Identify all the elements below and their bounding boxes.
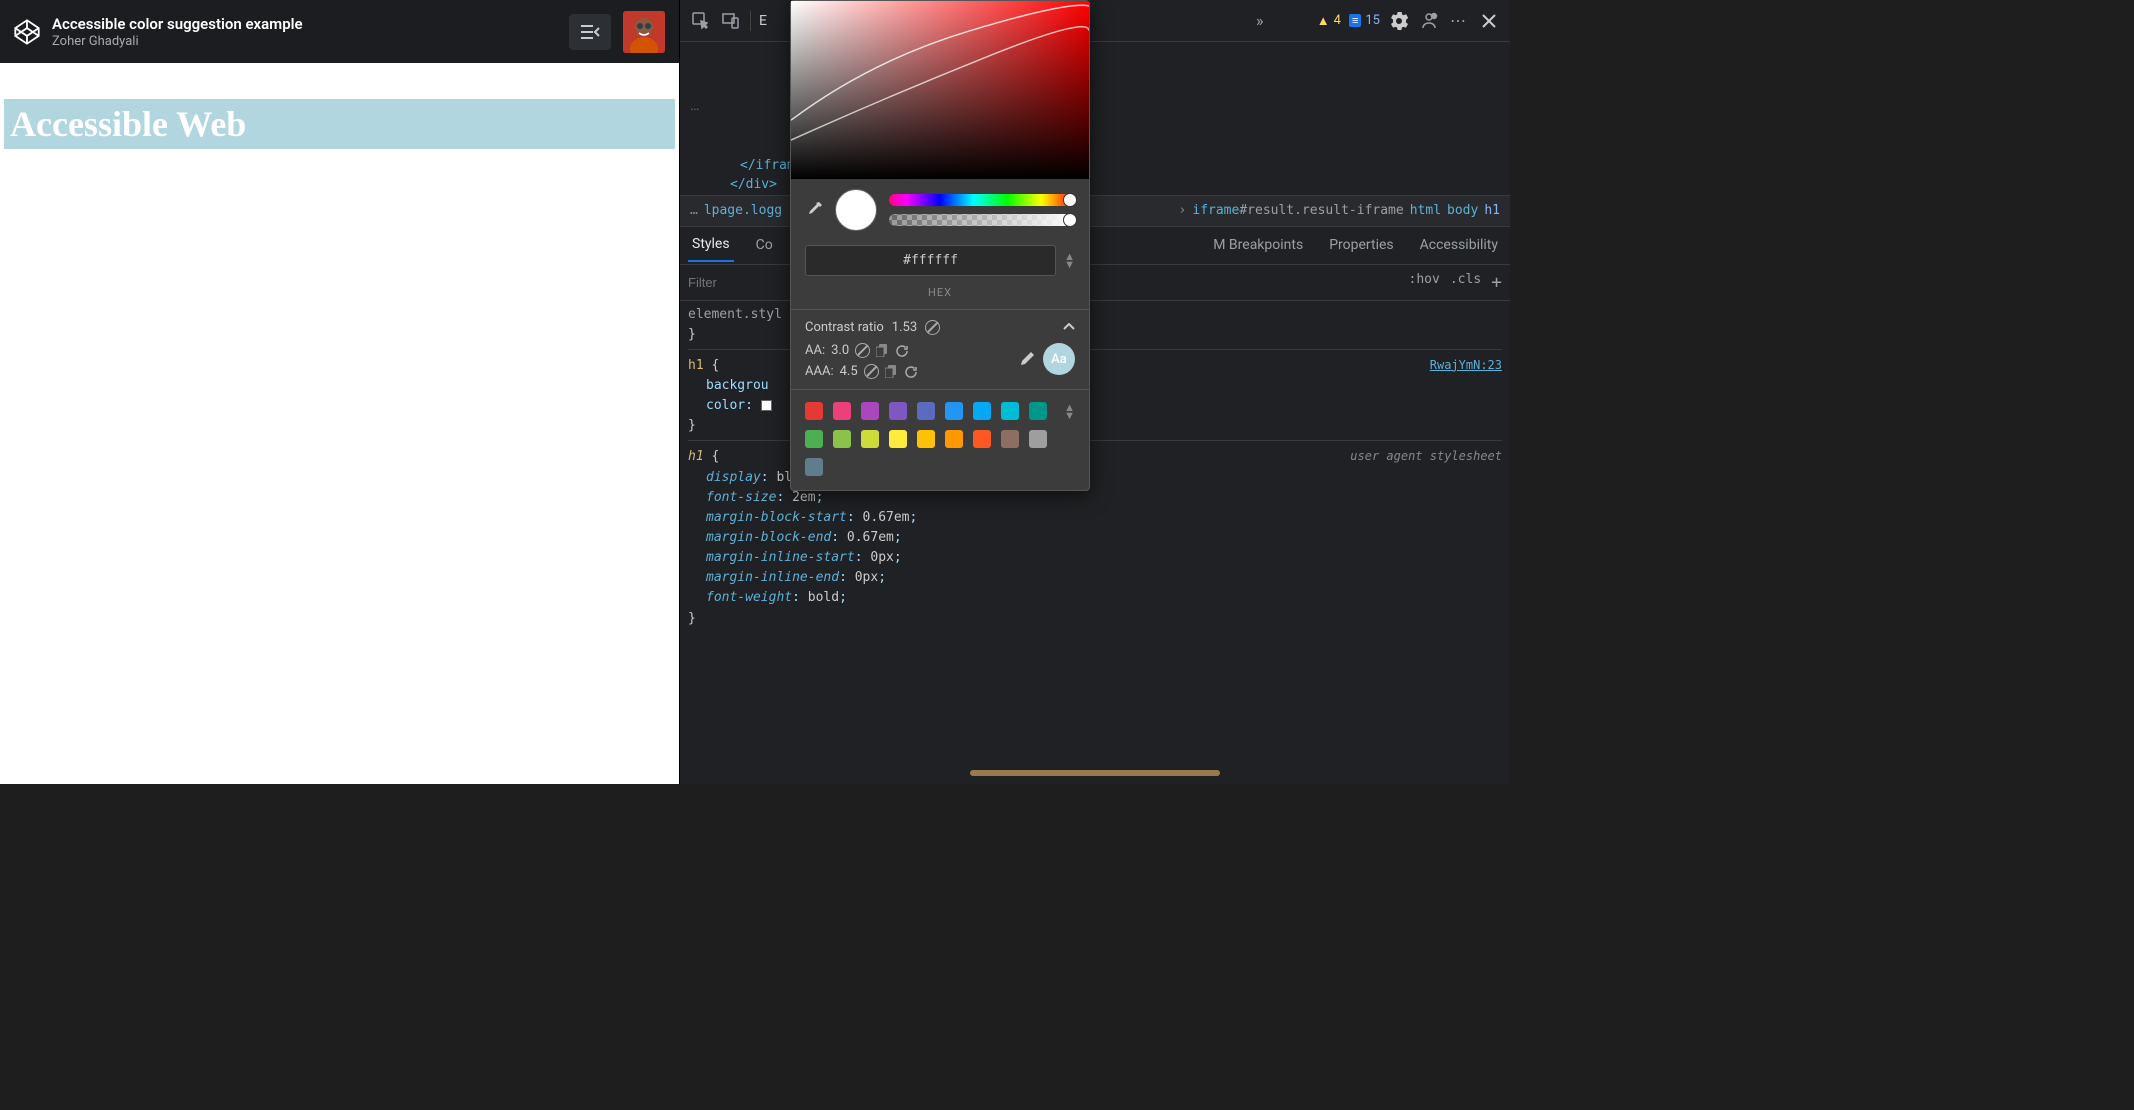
breadcrumb-item[interactable]: lpage.logg: [704, 203, 782, 218]
palette-swatch[interactable]: [1029, 430, 1047, 448]
breadcrumb-item-selected[interactable]: h1: [1484, 203, 1500, 218]
palette-swatch[interactable]: [861, 430, 879, 448]
fail-icon: [864, 364, 879, 379]
breadcrumb-item[interactable]: body: [1447, 203, 1478, 218]
alpha-slider[interactable]: [889, 214, 1075, 226]
preview-pane: Accessible Web: [0, 63, 679, 784]
close-devtools-icon[interactable]: [1478, 10, 1500, 32]
user-avatar[interactable]: [623, 11, 665, 53]
collapse-icon: [580, 24, 600, 40]
palette-swatch[interactable]: [1001, 402, 1019, 420]
color-picker-popup: ▲▼ HEX Contrast ratio 1.53 AA: 3.0 AAA: …: [790, 0, 1090, 491]
tab-accessibility[interactable]: Accessibility: [1416, 229, 1502, 261]
codepen-header: Accessible color suggestion example Zohe…: [0, 0, 679, 63]
palette-swatch[interactable]: [805, 430, 823, 448]
more-menu-icon[interactable]: ⋯: [1448, 10, 1470, 32]
palette-swatch[interactable]: [917, 430, 935, 448]
contrast-preview-circle: Aa: [1043, 343, 1075, 375]
breadcrumb-ellipsis[interactable]: …: [690, 203, 698, 218]
copy-icon[interactable]: [876, 344, 889, 357]
reload-icon[interactable]: [895, 344, 909, 358]
hov-toggle[interactable]: :hov: [1409, 272, 1440, 293]
fail-icon: [855, 343, 870, 358]
hex-input[interactable]: [805, 245, 1056, 276]
issues-badge[interactable]: ≡ 15: [1349, 13, 1380, 28]
new-style-rule-icon[interactable]: +: [1491, 272, 1502, 293]
tab-properties[interactable]: Properties: [1325, 229, 1397, 261]
source-link[interactable]: RwajYmN:23: [1430, 356, 1502, 375]
pen-author[interactable]: Zoher Ghadyali: [52, 34, 557, 49]
tab-computed[interactable]: Co: [752, 229, 777, 261]
pen-icon[interactable]: [1019, 351, 1035, 367]
fail-icon: [925, 320, 940, 335]
saturation-lightness-field[interactable]: [791, 1, 1089, 179]
hue-slider[interactable]: [889, 194, 1075, 206]
codepen-logo-icon[interactable]: [14, 19, 40, 45]
breadcrumb-item[interactable]: iframe#result.result-iframe: [1192, 203, 1403, 218]
palette-swatch[interactable]: [945, 430, 963, 448]
palette-swatch[interactable]: [805, 402, 823, 420]
palette-swatch[interactable]: [805, 458, 823, 476]
color-swatch-icon[interactable]: [761, 400, 772, 411]
pen-title[interactable]: Accessible color suggestion example: [52, 15, 557, 33]
color-palette: [805, 402, 1055, 476]
palette-swatch[interactable]: [1001, 430, 1019, 448]
collapse-button[interactable]: [569, 14, 611, 50]
device-toggle-icon[interactable]: [720, 10, 742, 32]
palette-swatch[interactable]: [945, 402, 963, 420]
warnings-badge[interactable]: ▲ 4: [1317, 13, 1341, 29]
palette-swatch[interactable]: [833, 430, 851, 448]
palette-swatch[interactable]: [1029, 402, 1047, 420]
palette-swatch[interactable]: [833, 402, 851, 420]
palette-swatch[interactable]: [973, 402, 991, 420]
more-tabs-icon[interactable]: »: [1249, 10, 1271, 32]
horizontal-scrollbar[interactable]: [970, 770, 1220, 776]
inspect-icon[interactable]: [690, 10, 712, 32]
format-toggle-icon[interactable]: ▲▼: [1064, 253, 1075, 269]
preview-heading: Accessible Web: [4, 99, 675, 149]
tab-dom-breakpoints[interactable]: M Breakpoints: [1209, 229, 1307, 261]
reload-icon[interactable]: [904, 365, 918, 379]
tab-styles[interactable]: Styles: [688, 228, 734, 262]
feedback-icon[interactable]: [1418, 10, 1440, 32]
settings-icon[interactable]: [1388, 10, 1410, 32]
user-agent-label: user agent stylesheet: [1350, 447, 1502, 466]
current-color-preview: [835, 189, 877, 231]
copy-icon[interactable]: [885, 365, 898, 378]
chevron-up-icon[interactable]: [1063, 320, 1075, 335]
cls-toggle[interactable]: .cls: [1450, 272, 1481, 293]
palette-swatch[interactable]: [861, 402, 879, 420]
palette-swatch[interactable]: [917, 402, 935, 420]
elements-tab-label[interactable]: E: [759, 13, 767, 29]
palette-swatch[interactable]: [973, 430, 991, 448]
breadcrumb-item[interactable]: html: [1410, 203, 1441, 218]
hex-label: HEX: [791, 286, 1089, 309]
palette-swatch[interactable]: [889, 402, 907, 420]
eyedropper-icon[interactable]: [805, 201, 823, 219]
contrast-ratio-header[interactable]: Contrast ratio 1.53: [805, 320, 1075, 335]
palette-swatch[interactable]: [889, 430, 907, 448]
palette-toggle-icon[interactable]: ▲▼: [1064, 404, 1075, 420]
